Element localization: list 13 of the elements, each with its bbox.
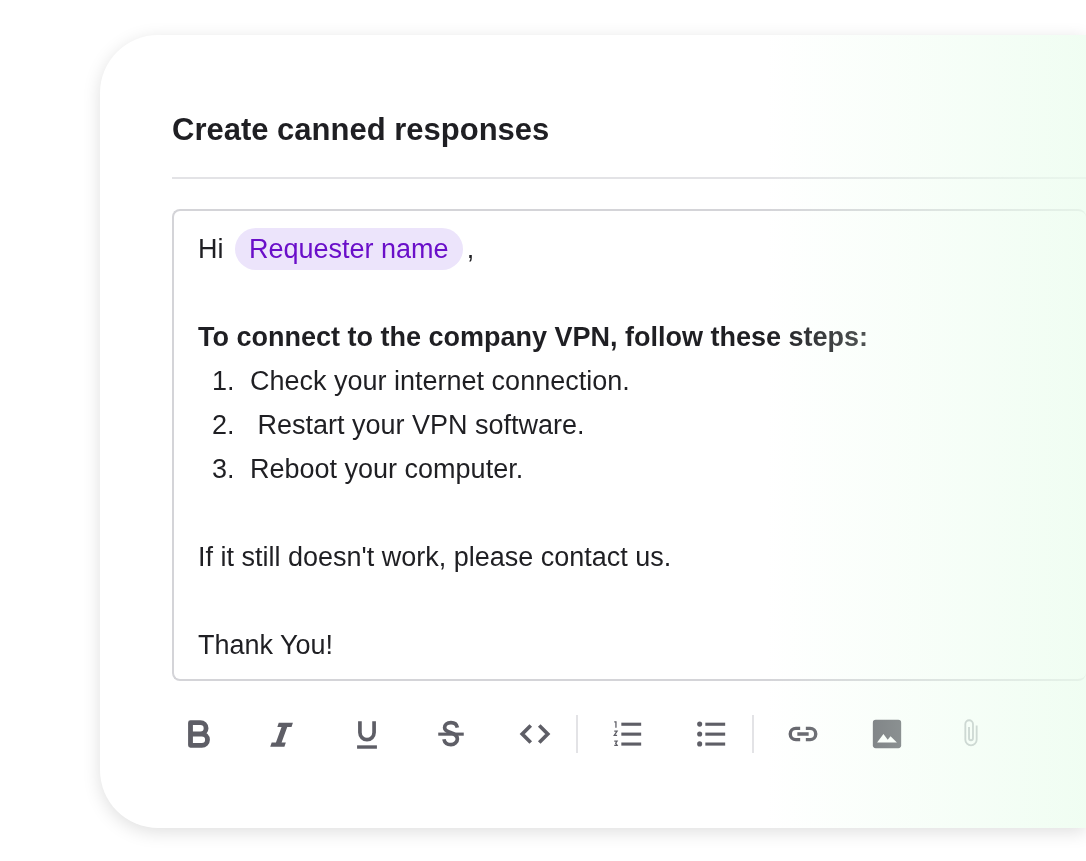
paragraph-text: If it still doesn't work, please contact us. <box>198 541 673 574</box>
card-title: Create canned responses <box>172 111 551 149</box>
paragraph-text: Thank You! <box>198 629 335 662</box>
list-item-text: Check your internet connection. <box>250 365 630 398</box>
greeting-text: Hi <box>198 234 225 264</box>
list-number: 1. <box>212 365 236 398</box>
comma-text: , <box>466 234 475 264</box>
list-item-text: Restart your VPN software. <box>256 409 585 442</box>
list-item-text: Reboot your computer. <box>250 453 524 486</box>
list-number: 3. <box>212 453 236 486</box>
list-number: 2. <box>212 409 236 442</box>
placeholder-tag[interactable]: Requester name <box>235 228 463 270</box>
heading-text: To connect to the company VPN, follow these steps: <box>198 321 870 354</box>
